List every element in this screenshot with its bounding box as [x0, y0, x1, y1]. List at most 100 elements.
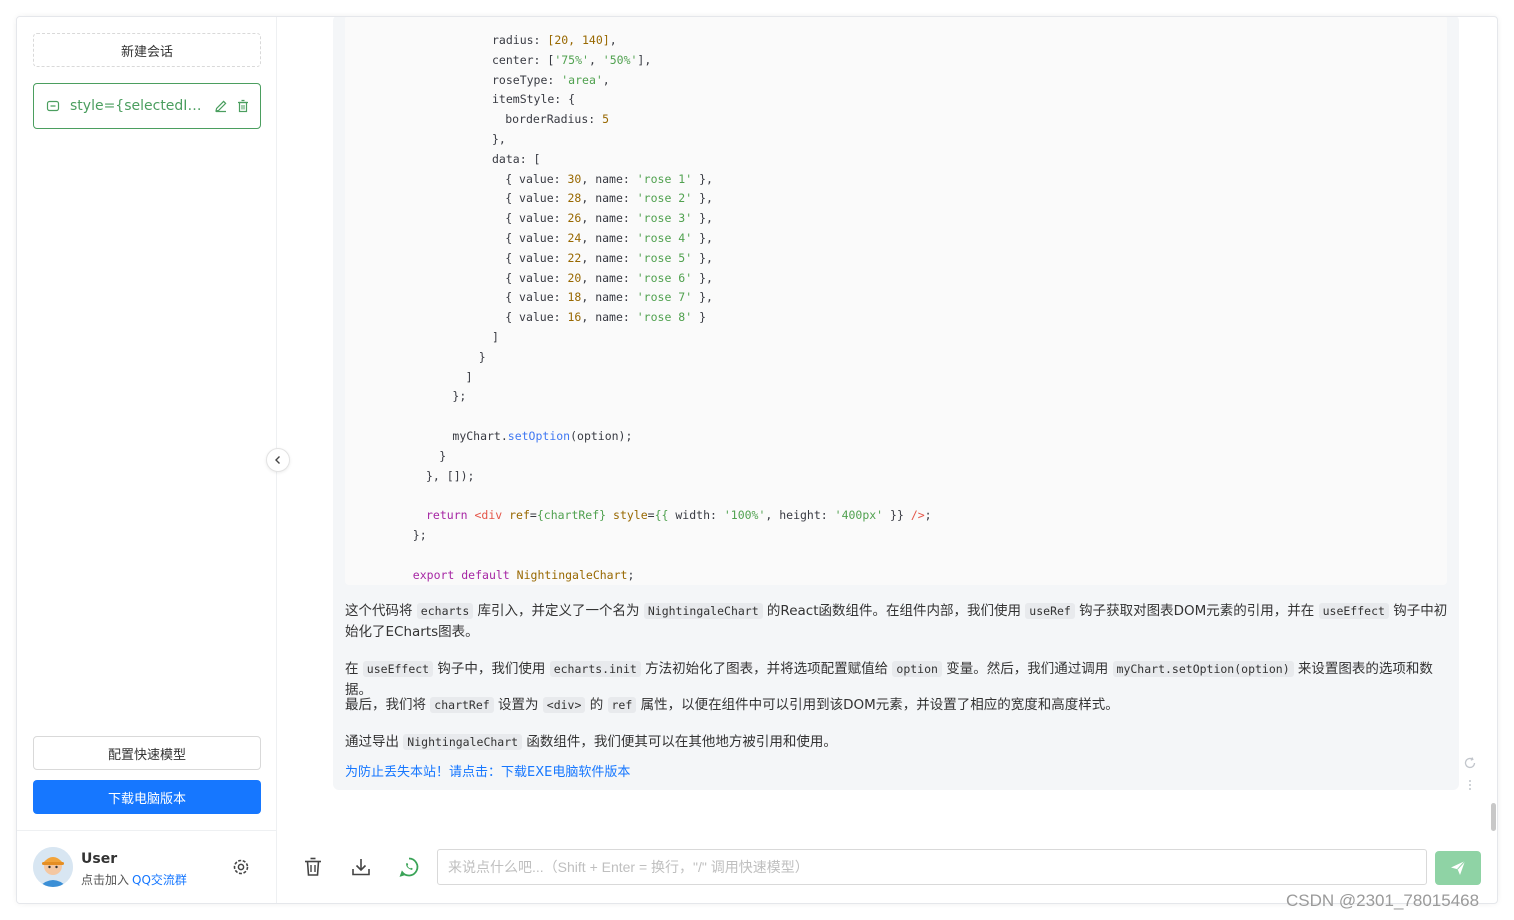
code-token: roseType: — [492, 72, 562, 87]
edit-icon[interactable] — [214, 99, 228, 113]
code-line: { value: 24, name: 'rose 4' }, — [505, 231, 713, 245]
code-token: 28 — [567, 191, 582, 206]
code-line: { value: 28, name: 'rose 2' }, — [505, 191, 713, 205]
code-token: '100%' — [723, 508, 766, 523]
code-token: , name: — [581, 270, 637, 285]
code-token: '50%' — [602, 52, 638, 67]
whatsapp-share-button[interactable] — [397, 855, 421, 879]
clear-chat-button[interactable] — [301, 855, 325, 879]
code-line: { value: 20, name: 'rose 6' }, — [505, 271, 713, 285]
code-token: 22 — [567, 250, 582, 265]
code-token: , — [588, 52, 603, 67]
code-line: roseType: 'area', — [492, 73, 610, 87]
code-line: { value: 18, name: 'rose 7' }, — [505, 290, 713, 304]
code-token: 16 — [567, 310, 582, 325]
conversation-item[interactable]: style={selectedIte... — [33, 83, 261, 129]
code-token: 'rose 8' — [636, 310, 693, 325]
download-desktop-button[interactable]: 下载电脑版本 — [33, 780, 261, 814]
code-token: style — [613, 508, 648, 523]
code-token: , name: — [581, 211, 637, 226]
conversation-title: style={selectedIte... — [70, 98, 206, 114]
code-token: = — [647, 508, 655, 523]
refresh-icon[interactable] — [1463, 755, 1477, 769]
code-line: } — [439, 449, 446, 463]
more-icon[interactable] — [1463, 777, 1477, 791]
download-exe-link[interactable]: 为防止丢失本站！请点击：下载EXE电脑软件版本 — [345, 761, 630, 780]
code-token: }; — [452, 389, 467, 404]
code-token: } — [439, 448, 447, 463]
export-button[interactable] — [349, 855, 373, 879]
chat-input[interactable] — [437, 849, 1427, 885]
code-token: width: — [668, 508, 724, 523]
config-quick-model-button[interactable]: 配置快速模型 — [33, 736, 261, 770]
code-token: }, — [692, 250, 713, 265]
code-token: {chartRef} — [536, 508, 607, 523]
code-line: { value: 26, name: 'rose 3' }, — [505, 211, 713, 225]
code-token: }; — [412, 528, 427, 542]
code-token: }, — [692, 171, 713, 186]
code-line: ] — [492, 330, 499, 344]
code-line: }; — [413, 528, 427, 542]
code-token: <div — [474, 508, 503, 523]
code-token: }, — [492, 132, 506, 146]
avatar[interactable] — [33, 847, 73, 887]
paragraph-4: 通过导出 NightingaleChart 函数组件，我们便其可以在其他地方被引… — [345, 732, 1449, 753]
code-token: borderRadius: — [505, 112, 603, 127]
inline-code: useRef — [1025, 603, 1075, 619]
code-token: = — [529, 508, 537, 523]
code-token: 'rose 2' — [636, 191, 693, 206]
code-token: ref — [509, 508, 530, 523]
code-token: { value: — [505, 270, 568, 285]
send-icon — [1451, 860, 1466, 875]
code-token: , name: — [581, 191, 637, 206]
code-token: ; — [924, 508, 932, 523]
text-run: 钩子获取对图表DOM元素的引用，并在 — [1074, 603, 1319, 619]
new-chat-button[interactable]: 新建会话 — [33, 33, 261, 67]
code-line: itemStyle: { — [492, 92, 575, 106]
code-token: ] — [492, 330, 499, 344]
code-token: /> — [910, 508, 925, 523]
download-icon — [352, 859, 370, 876]
inline-code: chartRef — [430, 697, 494, 713]
text-run: 这个代码将 — [345, 603, 417, 619]
paragraph-1: 这个代码将 echarts 库引入，并定义了一个名为 NightingaleCh… — [345, 601, 1449, 643]
app-window: 新建会话 style={selectedIte... 配置快速模型 下载电脑版本 — [16, 16, 1498, 904]
code-token: 5 — [602, 112, 610, 127]
code-token: {{ — [654, 508, 669, 523]
code-token: { value: — [505, 211, 568, 226]
code-token: , name: — [581, 231, 637, 245]
inline-code: NightingaleChart — [403, 734, 523, 750]
user-name: User — [81, 851, 118, 867]
code-token: 30 — [567, 171, 582, 186]
code-line: { value: 22, name: 'rose 5' }, — [505, 251, 713, 265]
inline-code: option — [892, 661, 942, 677]
text-run: 属性，以便在组件中可以引用到该DOM元素，并设置了相应的宽度和高度样式。 — [636, 697, 1119, 713]
collapse-sidebar-button[interactable] — [266, 448, 290, 472]
inline-code: useEffect — [1318, 603, 1389, 619]
code-line: center: ['75%', '50%'], — [492, 53, 651, 67]
assistant-message: radius: [20, 140], center: ['75%', '50%']… — [333, 17, 1459, 790]
join-text: 点击加入 — [81, 873, 130, 887]
code-token: { value: — [505, 310, 568, 325]
code-block: radius: [20, 140], center: ['75%', '50%']… — [345, 17, 1447, 585]
delete-icon[interactable] — [236, 99, 250, 113]
trash-icon — [305, 857, 321, 876]
code-token: }, — [692, 211, 713, 226]
text-run: 的React函数组件。在组件内部，我们使用 — [762, 603, 1026, 619]
code-token: NightingaleChart — [516, 567, 628, 582]
code-token: 'rose 1' — [636, 171, 693, 186]
code-line: export default NightingaleChart; — [413, 568, 635, 582]
code-token: ; — [627, 567, 635, 582]
user-panel: User 点击加入 QQ交流群 — [17, 830, 276, 903]
code-token: export default — [412, 567, 510, 582]
qq-group-link[interactable]: QQ交流群 — [132, 873, 187, 887]
code-line: { value: 30, name: 'rose 1' }, — [505, 172, 713, 186]
code-token: }, — [692, 231, 713, 245]
gear-icon[interactable] — [231, 857, 251, 877]
code-token: setOption — [507, 429, 571, 443]
send-button[interactable] — [1435, 851, 1481, 885]
scrollbar-thumb[interactable] — [1491, 803, 1496, 831]
text-run: 库引入，并定义了一个名为 — [473, 603, 644, 619]
